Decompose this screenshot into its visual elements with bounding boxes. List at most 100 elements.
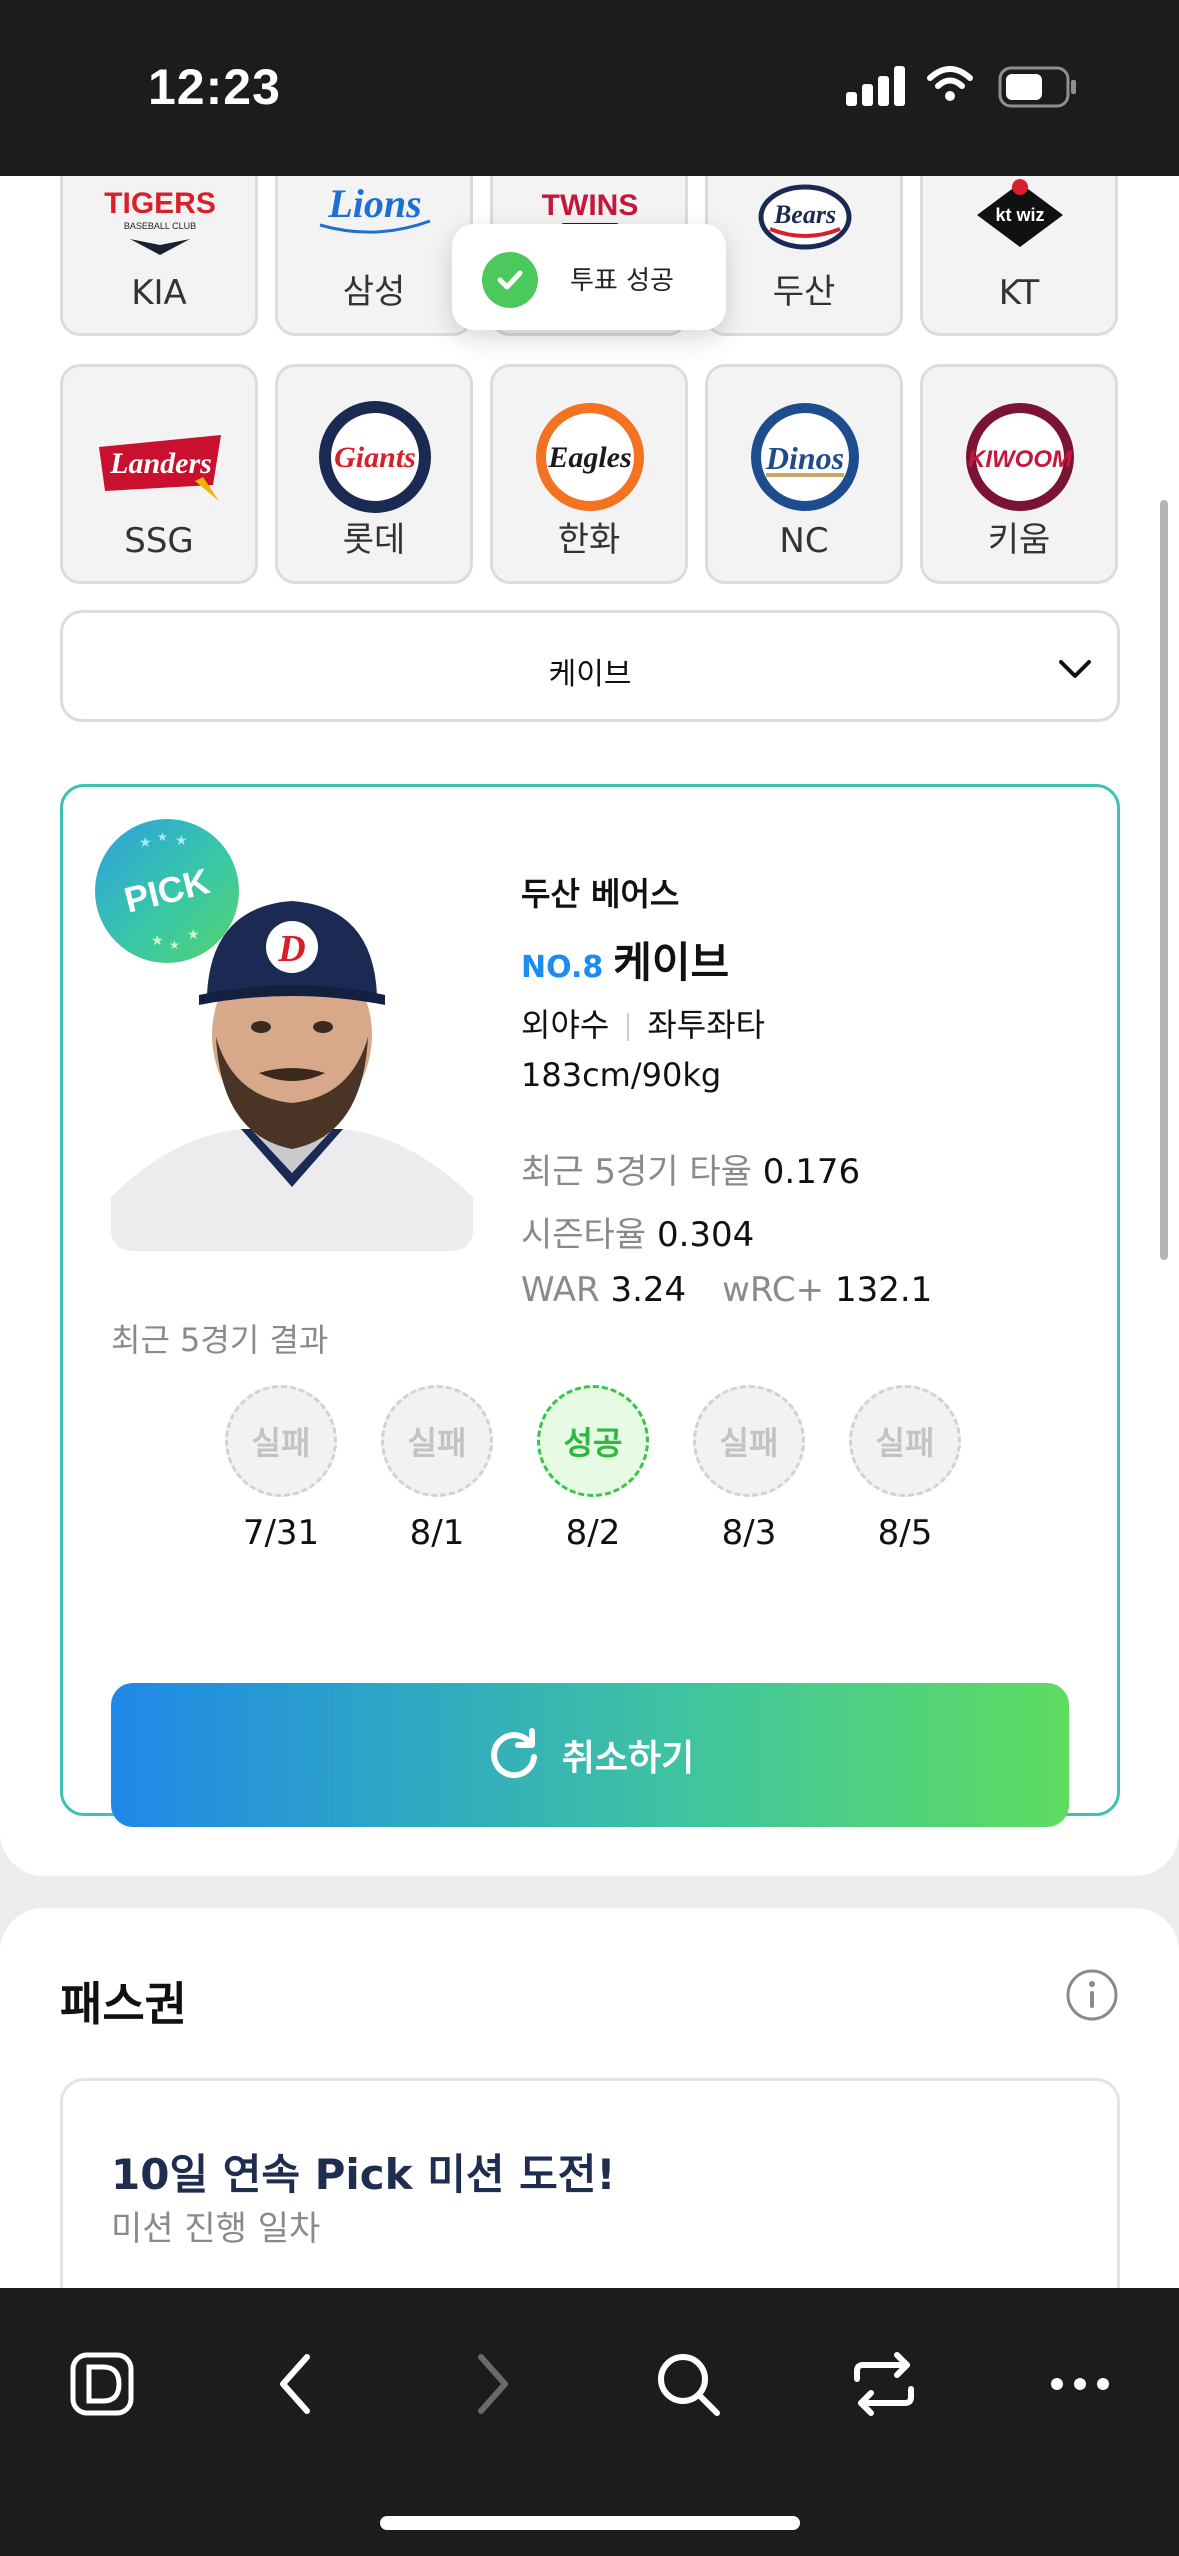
app-logo-icon [70,2352,134,2416]
pick-sheet: TIGERS BASEBALL CLUB KIA Lions 삼성 TWINS [0,176,1179,1876]
stat-label: wRC+ [722,1270,825,1310]
team-tile-ssg[interactable]: Landers SSG [60,364,258,584]
landers-logo-icon: Landers [99,435,221,501]
team-tile-nc[interactable]: Dinos NC [705,364,903,584]
tigers-logo-icon: TIGERS BASEBALL CLUB [104,187,216,255]
search-button[interactable] [648,2344,728,2424]
more-button[interactable] [1040,2344,1120,2424]
result-badge-success: 성공 [537,1385,649,1497]
player-name-line: NO.8 케이브 [521,929,932,990]
stat-value: 3.24 [610,1270,687,1310]
check-icon [482,252,538,308]
svg-text:★: ★ [169,938,180,952]
team-tile-samsung[interactable]: Lions 삼성 [275,176,473,336]
back-button[interactable] [256,2344,336,2424]
result-date: 8/5 [877,1513,933,1553]
switch-icon [854,2352,914,2416]
team-logo-hanwha: Eagles [515,391,665,521]
scrollbar[interactable] [1160,500,1168,1260]
team-logo-samsung: Lions [300,176,450,273]
team-logo-kia: TIGERS BASEBALL CLUB [85,176,235,273]
svg-text:Eagles: Eagles [547,441,631,474]
team-logo-nc: Dinos [730,391,880,521]
more-dots-icon [1051,2378,1109,2390]
team-tile-kia[interactable]: TIGERS BASEBALL CLUB KIA [60,176,258,336]
svg-text:★: ★ [175,833,188,849]
team-name: 키움 [987,520,1051,560]
result-date: 8/1 [409,1513,465,1553]
result-badge: 실패 [381,1385,493,1497]
result-item: 실패 8/1 [381,1385,493,1553]
team-tile-hanwha[interactable]: Eagles 한화 [490,364,688,584]
ktwiz-logo-icon: kt wiz [977,179,1063,247]
team-tile-kiwoom[interactable]: KIWOOM 키움 [920,364,1118,584]
lions-logo-icon: Lions [319,181,431,234]
wifi-icon [927,66,973,101]
team-tile-doosan[interactable]: Bears 두산 [705,176,903,336]
eagles-logo-icon: Eagles [536,403,644,511]
stat-label: 시즌타율 [521,1215,647,1255]
result-item: 성공 8/2 [537,1385,649,1553]
cellular-signal-icon [846,66,906,106]
player-body: 183cm/90kg [521,1056,722,1094]
svg-text:BASEBALL CLUB: BASEBALL CLUB [124,221,196,231]
stat-value: 132.1 [834,1270,933,1310]
refresh-icon [490,1728,537,1779]
svg-text:D: D [277,928,305,970]
team-logo-kiwoom: KIWOOM [945,391,1095,521]
team-logo-doosan: Bears [730,176,880,273]
svg-text:★: ★ [157,830,168,844]
result-date: 8/3 [721,1513,777,1553]
stat-label: 최근 5경기 타율 [521,1152,752,1192]
result-date: 8/2 [565,1513,621,1553]
svg-text:kt wiz: kt wiz [995,205,1044,225]
svg-text:Landers: Landers [109,447,212,480]
svg-text:Dinos: Dinos [765,440,844,476]
player-name: 케이브 [613,938,730,987]
home-indicator [380,2516,800,2530]
result-badge: 실패 [693,1385,805,1497]
stat-value: 0.304 [656,1215,755,1255]
divider [627,1013,630,1041]
forward-button[interactable] [452,2344,532,2424]
player-info: 두산 베어스 NO.8 케이브 외야수 좌투좌타 183cm/90kg 최근 5경기… [521,869,932,1310]
player-select-dropdown[interactable]: 케이브 [60,610,1120,722]
team-name: KIA [131,273,187,313]
stat-value: 0.176 [762,1152,861,1192]
team-name: 두산 [772,272,836,312]
svg-text:★: ★ [139,835,152,851]
svg-text:KIWOOM: KIWOOM [968,446,1073,473]
home-button[interactable] [62,2344,142,2424]
team-name: NC [779,521,829,561]
player-position: 외야수 [521,1006,610,1044]
team-logo-ssg: Landers [85,391,235,521]
result-badge: 실패 [225,1385,337,1497]
toast-text: 투표 성공 [570,266,674,296]
search-icon [658,2354,720,2416]
team-tile-kt[interactable]: kt wiz KT [920,176,1118,336]
cancel-pick-button[interactable]: 취소하기 [111,1683,1069,1827]
team-name: KT [998,273,1040,313]
svg-text:TWINS: TWINS [542,189,639,222]
chevron-right-icon [478,2354,508,2414]
dinos-logo-icon: Dinos [751,403,859,511]
result-item: 실패 7/31 [225,1385,337,1553]
svg-text:Lions: Lions [327,181,421,226]
player-number: NO.8 [521,950,604,985]
team-name: 롯데 [342,520,406,560]
status-bar: 12:23 [0,0,1179,176]
giants-logo-icon: Giants [319,401,431,513]
vote-success-toast: 투표 성공 [452,224,726,330]
tabs-button[interactable] [844,2344,924,2424]
player-team: 두산 베어스 [521,875,680,913]
stat-recent-avg: 최근 5경기 타율 0.176 [521,1144,932,1193]
mission-title: 10일 연속 Pick 미션 도전! [111,2150,616,2199]
team-logo-kt: kt wiz [945,176,1095,273]
player-position-line: 외야수 좌투좌타 [521,1000,932,1046]
stat-label: WAR [521,1270,600,1310]
info-icon[interactable] [1065,1968,1119,2022]
player-bats-throws: 좌투좌타 [647,1006,766,1044]
result-item: 실패 8/5 [849,1385,961,1553]
chevron-left-icon [280,2354,310,2414]
team-tile-lotte[interactable]: Giants 롯데 [275,364,473,584]
